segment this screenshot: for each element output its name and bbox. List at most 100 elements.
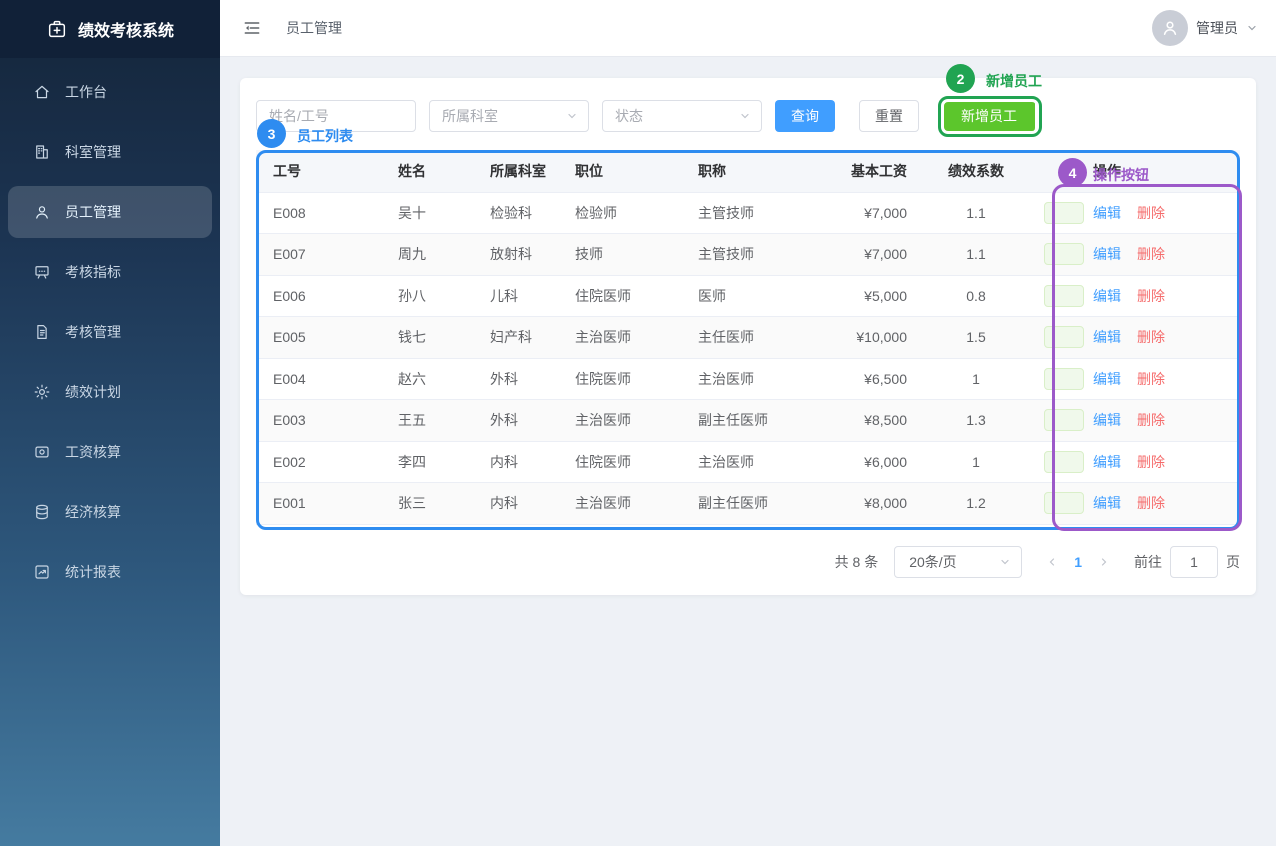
cell-title: 副主任医师 <box>681 483 831 525</box>
cell-actions: 编辑删除 <box>1076 400 1240 442</box>
cell-title: 医师 <box>681 275 831 317</box>
delete-link[interactable]: 删除 <box>1137 495 1165 511</box>
collapse-menu-icon[interactable] <box>242 18 262 38</box>
cell-salary: ¥10,000 <box>831 317 931 359</box>
status-select[interactable]: 状态 <box>602 100 762 132</box>
sidebar-item-indicators[interactable]: 考核指标 <box>8 246 212 298</box>
sidebar-item-salary[interactable]: 工资核算 <box>8 426 212 478</box>
cell-name: 王五 <box>381 400 473 442</box>
cell-dept: 外科 <box>473 358 558 400</box>
delete-link[interactable]: 删除 <box>1137 371 1165 387</box>
sidebar-item-departments[interactable]: 科室管理 <box>8 126 212 178</box>
column-header: 基本工资 <box>831 150 931 192</box>
department-select[interactable]: 所属科室 <box>429 100 589 132</box>
edit-link[interactable]: 编辑 <box>1093 205 1121 221</box>
delete-link[interactable]: 删除 <box>1137 412 1165 428</box>
edit-link[interactable]: 编辑 <box>1093 246 1121 262</box>
user-name: 管理员 <box>1196 18 1238 38</box>
next-page-icon[interactable] <box>1098 556 1110 568</box>
delete-link[interactable]: 删除 <box>1137 288 1165 304</box>
page-suffix: 页 <box>1226 552 1240 572</box>
edit-link[interactable]: 编辑 <box>1093 329 1121 345</box>
table-row: E003王五外科主治医师副主任医师¥8,5001.3编辑删除 <box>256 400 1240 442</box>
goto-page-input[interactable] <box>1170 546 1218 578</box>
cell-status <box>1021 317 1076 359</box>
edit-link[interactable]: 编辑 <box>1093 288 1121 304</box>
sidebar-item-label: 经济核算 <box>65 502 121 522</box>
cell-title: 主任医师 <box>681 317 831 359</box>
cell-id: E007 <box>256 234 381 276</box>
cell-status <box>1021 234 1076 276</box>
reset-button[interactable]: 重置 <box>859 100 919 132</box>
edit-link[interactable]: 编辑 <box>1093 495 1121 511</box>
column-header: 绩效系数 <box>931 150 1021 192</box>
cell-id: E005 <box>256 317 381 359</box>
add-employee-button[interactable]: 新增员工 <box>943 100 1035 132</box>
money-icon <box>33 443 51 461</box>
cell-title: 副主任医师 <box>681 400 831 442</box>
sidebar-item-plans[interactable]: 绩效计划 <box>8 366 212 418</box>
edit-link[interactable]: 编辑 <box>1093 454 1121 470</box>
table-body: E008吴十检验科检验师主管技师¥7,0001.1编辑删除E007周九放射科技师… <box>256 192 1240 524</box>
avatar <box>1152 10 1188 46</box>
cell-dept: 儿科 <box>473 275 558 317</box>
prev-page-icon[interactable] <box>1046 556 1058 568</box>
cell-dept: 检验科 <box>473 192 558 234</box>
table-row: E006孙八儿科住院医师医师¥5,0000.8编辑删除 <box>256 275 1240 317</box>
edit-link[interactable]: 编辑 <box>1093 412 1121 428</box>
cell-salary: ¥7,000 <box>831 234 931 276</box>
cell-status <box>1021 275 1076 317</box>
delete-link[interactable]: 删除 <box>1137 205 1165 221</box>
sidebar-item-employees[interactable]: 员工管理 <box>8 186 212 238</box>
cell-actions: 编辑删除 <box>1076 275 1240 317</box>
cell-name: 李四 <box>381 441 473 483</box>
sidebar-item-label: 绩效计划 <box>65 382 121 402</box>
status-tag <box>1044 202 1084 224</box>
department-select-placeholder: 所属科室 <box>442 106 498 126</box>
edit-link[interactable]: 编辑 <box>1093 371 1121 387</box>
delete-link[interactable]: 删除 <box>1137 246 1165 262</box>
cell-coeff: 0.8 <box>931 275 1021 317</box>
delete-link[interactable]: 删除 <box>1137 454 1165 470</box>
cell-coeff: 1.3 <box>931 400 1021 442</box>
page-size-select[interactable]: 20条/页 <box>894 546 1022 578</box>
cell-salary: ¥6,500 <box>831 358 931 400</box>
cell-id: E008 <box>256 192 381 234</box>
sidebar-menu: 工作台科室管理员工管理考核指标考核管理绩效计划工资核算经济核算统计报表 <box>0 58 220 598</box>
sidebar-item-label: 工资核算 <box>65 442 121 462</box>
cell-name: 钱七 <box>381 317 473 359</box>
cell-status <box>1021 192 1076 234</box>
table-row: E008吴十检验科检验师主管技师¥7,0001.1编辑删除 <box>256 192 1240 234</box>
sidebar-item-workbench[interactable]: 工作台 <box>8 66 212 118</box>
page-size-value: 20条/页 <box>909 552 956 572</box>
screen: 绩效考核系统 工作台科室管理员工管理考核指标考核管理绩效计划工资核算经济核算统计… <box>0 0 1276 846</box>
search-input[interactable] <box>256 100 416 132</box>
current-page[interactable]: 1 <box>1074 554 1082 570</box>
cell-actions: 编辑删除 <box>1076 441 1240 483</box>
cell-id: E006 <box>256 275 381 317</box>
document-icon <box>33 323 51 341</box>
sidebar-item-label: 考核管理 <box>65 322 121 342</box>
status-tag <box>1044 285 1084 307</box>
cell-actions: 编辑删除 <box>1076 358 1240 400</box>
user-menu[interactable]: 管理员 <box>1152 10 1258 46</box>
cell-dept: 妇产科 <box>473 317 558 359</box>
sidebar-item-reports[interactable]: 统计报表 <box>8 546 212 598</box>
cell-position: 主治医师 <box>558 483 681 525</box>
cell-dept: 外科 <box>473 400 558 442</box>
sidebar-item-economy[interactable]: 经济核算 <box>8 486 212 538</box>
table-row: E007周九放射科技师主管技师¥7,0001.1编辑删除 <box>256 234 1240 276</box>
cell-position: 住院医师 <box>558 275 681 317</box>
sidebar-item-label: 考核指标 <box>65 262 121 282</box>
search-button[interactable]: 查询 <box>775 100 835 132</box>
cell-position: 主治医师 <box>558 317 681 359</box>
goto-label: 前往 <box>1134 552 1162 572</box>
cell-title: 主治医师 <box>681 358 831 400</box>
chevron-down-icon <box>1246 22 1258 34</box>
sidebar-item-assessments[interactable]: 考核管理 <box>8 306 212 358</box>
app-title: 绩效考核系统 <box>78 17 174 41</box>
table-row: E002李四内科住院医师主治医师¥6,0001编辑删除 <box>256 441 1240 483</box>
cell-coeff: 1.1 <box>931 192 1021 234</box>
cell-title: 主管技师 <box>681 234 831 276</box>
delete-link[interactable]: 删除 <box>1137 329 1165 345</box>
